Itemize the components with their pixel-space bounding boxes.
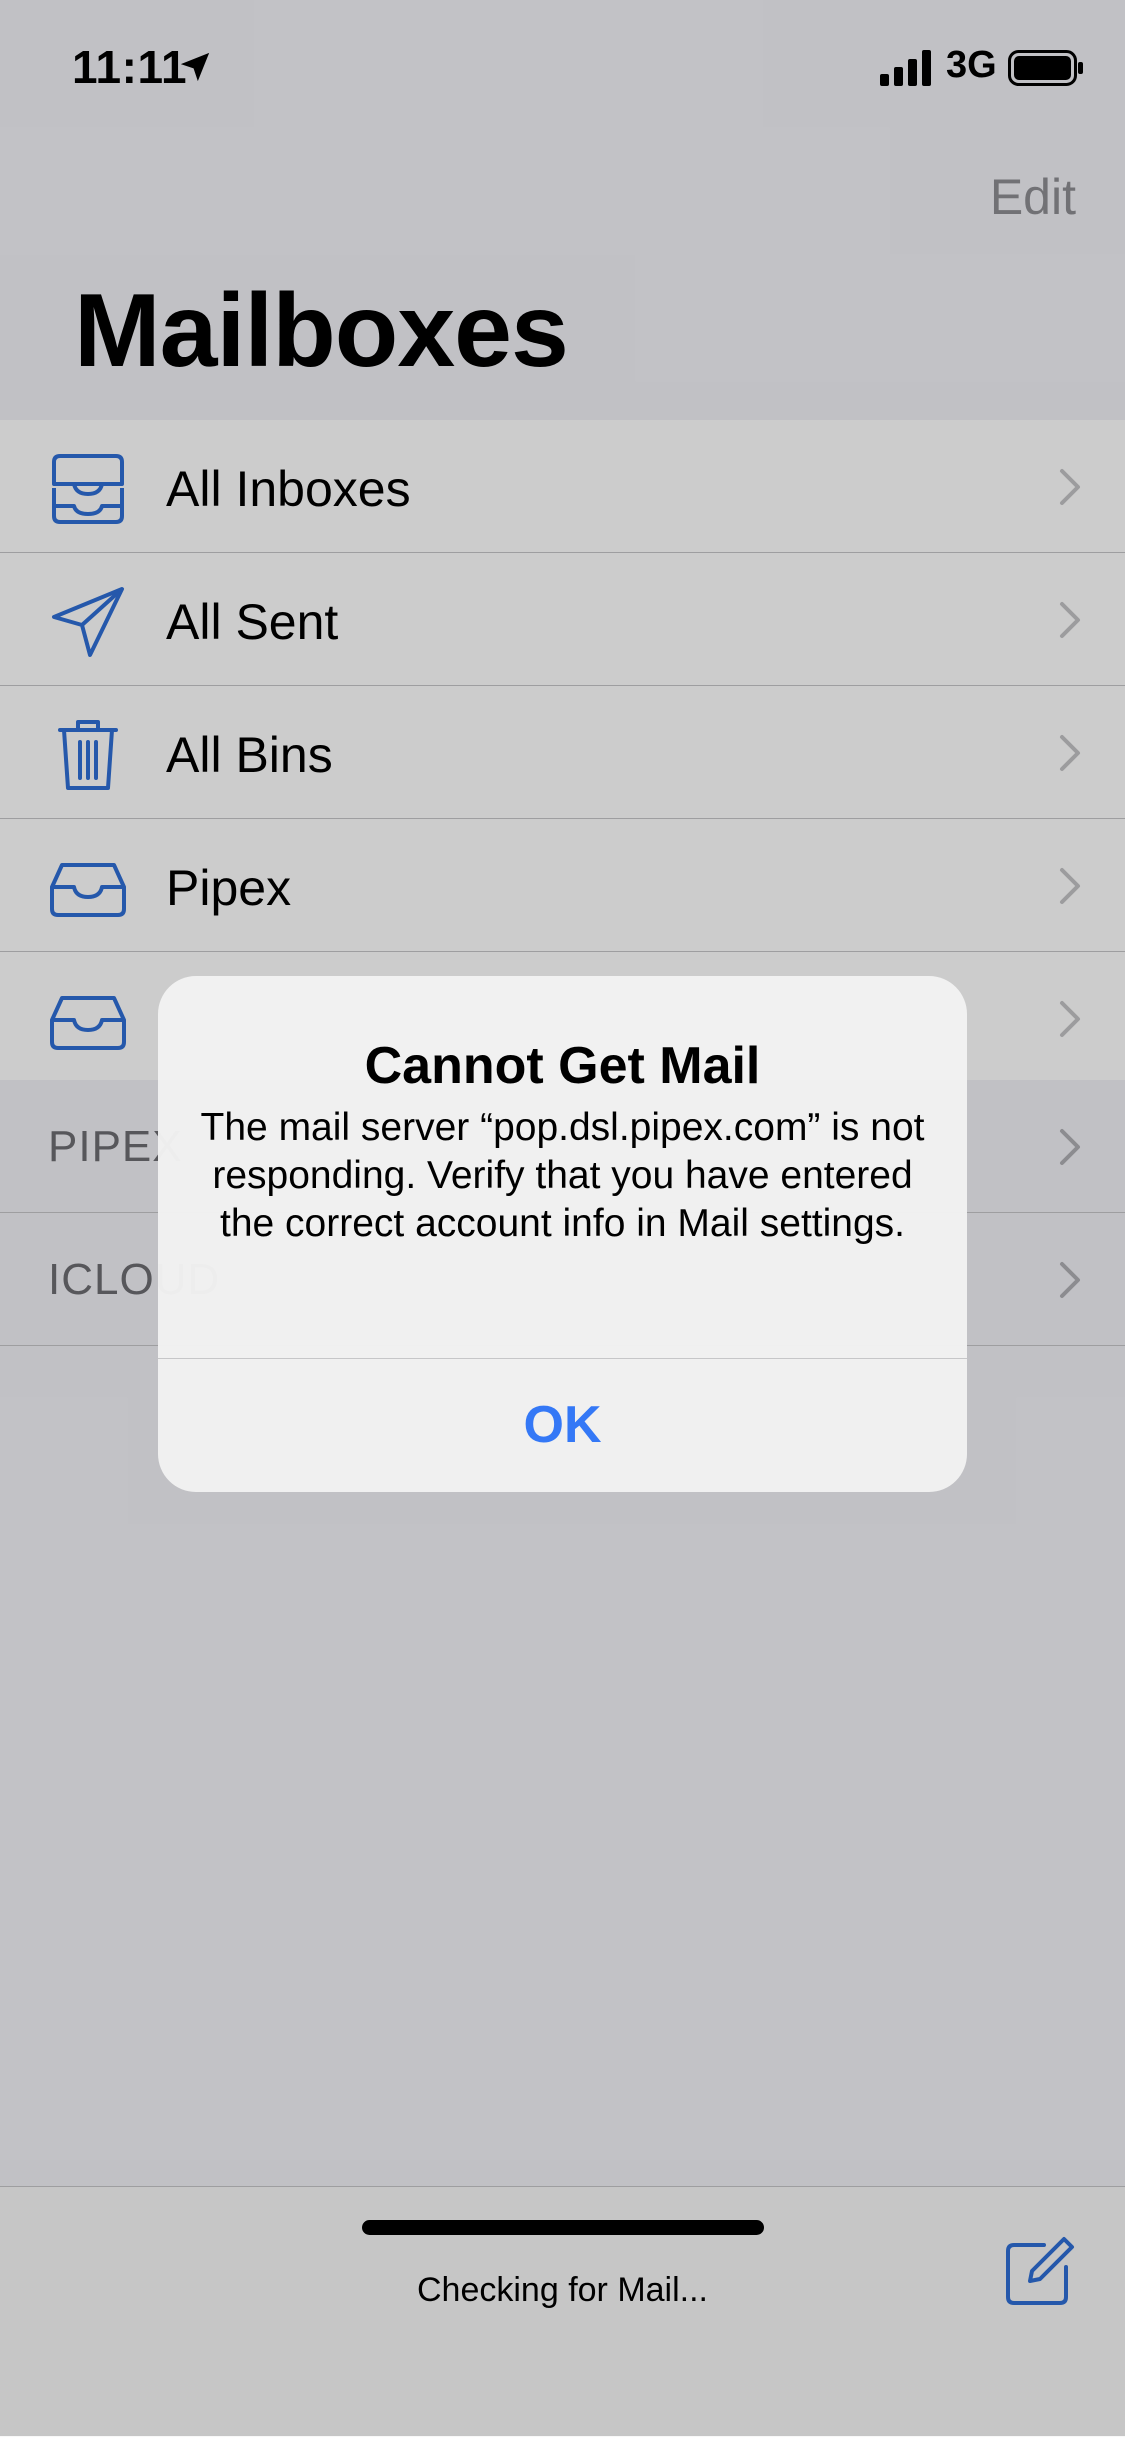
alert-dialog: Cannot Get Mail The mail server “pop.dsl…	[158, 976, 967, 1492]
alert-message: The mail server “pop.dsl.pipex.com” is n…	[200, 1106, 925, 1245]
mail-screen: 11:11 3G Edit Mailboxes All Inboxes All …	[0, 0, 1125, 2437]
alert-ok-button[interactable]: OK	[158, 1358, 967, 1492]
alert-title: Cannot Get Mail	[364, 1037, 761, 1095]
